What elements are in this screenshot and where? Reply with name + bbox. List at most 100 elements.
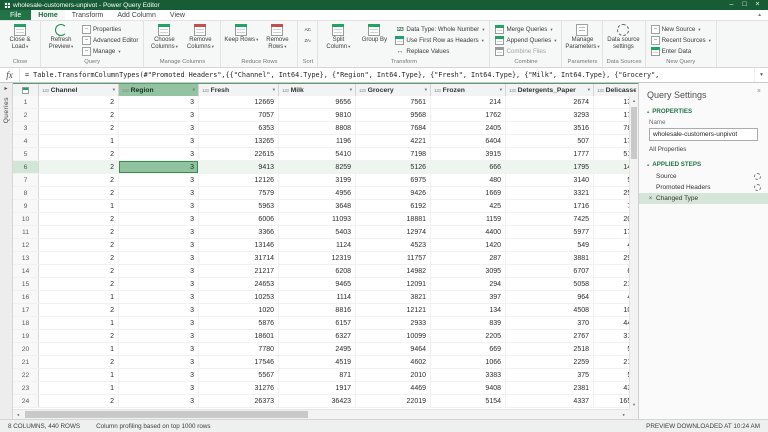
manage-button[interactable]: Manage▾	[80, 46, 140, 57]
cell-r10-milk[interactable]: 11093	[279, 213, 356, 225]
cell-r6-milk[interactable]: 8259	[279, 161, 356, 173]
keep-rows-button[interactable]: Keep Rows▾	[224, 23, 258, 44]
menu-tab-home[interactable]: Home	[31, 10, 64, 20]
formula-expand-icon[interactable]: ▾	[754, 68, 768, 82]
cell-r21-detergents-paper[interactable]: 2259	[506, 356, 594, 368]
cell-r7-milk[interactable]: 3199	[279, 174, 356, 186]
column-header-detergents-paper[interactable]: 123Detergents_Paper▾	[506, 84, 594, 96]
cell-r14-frozen[interactable]: 3095	[431, 265, 506, 277]
column-header-milk[interactable]: 123Milk▾	[279, 84, 356, 96]
cell-r5-channel[interactable]: 2	[39, 148, 119, 160]
cell-r1-fresh[interactable]: 12669	[199, 96, 279, 108]
close-icon[interactable]: ×	[751, 0, 764, 10]
cell-r18-milk[interactable]: 6157	[279, 317, 356, 329]
menu-tab-view[interactable]: View	[163, 10, 192, 20]
new-source-button[interactable]: New Source▾	[649, 24, 713, 35]
filter-icon[interactable]: ▾	[588, 87, 590, 93]
cell-r21-fresh[interactable]: 17546	[199, 356, 279, 368]
cell-r9-region[interactable]: 3	[119, 200, 199, 212]
cell-r9-fresh[interactable]: 5963	[199, 200, 279, 212]
cell-r18-region[interactable]: 3	[119, 317, 199, 329]
scroll-up-icon[interactable]	[630, 96, 638, 105]
row-number[interactable]: 10	[13, 213, 39, 225]
cell-r12-detergents-paper[interactable]: 549	[506, 239, 594, 251]
cell-r17-detergents-paper[interactable]: 4508	[506, 304, 594, 316]
cell-r24-fresh[interactable]: 26373	[199, 395, 279, 407]
cell-r18-fresh[interactable]: 5876	[199, 317, 279, 329]
cell-r5-grocery[interactable]: 7198	[356, 148, 431, 160]
column-header-channel[interactable]: 123Channel▾	[39, 84, 119, 96]
cell-r4-milk[interactable]: 1196	[279, 135, 356, 147]
cell-r16-region[interactable]: 3	[119, 291, 199, 303]
cell-r4-fresh[interactable]: 13265	[199, 135, 279, 147]
cell-r20-frozen[interactable]: 669	[431, 343, 506, 355]
cell-r17-fresh[interactable]: 1020	[199, 304, 279, 316]
refresh-preview-button[interactable]: Refresh Preview▾	[44, 23, 78, 50]
remove-step-icon[interactable]: ×	[647, 196, 654, 202]
all-properties-link[interactable]: All Properties	[639, 141, 768, 158]
cell-r23-milk[interactable]: 1917	[279, 382, 356, 394]
row-number[interactable]: 14	[13, 265, 39, 277]
cell-r13-milk[interactable]: 12319	[279, 252, 356, 264]
cell-r17-channel[interactable]: 2	[39, 304, 119, 316]
enter-data-button[interactable]: Enter Data	[649, 46, 713, 57]
queries-pane-label[interactable]: Queries	[3, 97, 10, 123]
cell-r9-frozen[interactable]: 425	[431, 200, 506, 212]
cell-r14-milk[interactable]: 6208	[279, 265, 356, 277]
cell-r22-frozen[interactable]: 3383	[431, 369, 506, 381]
filter-icon[interactable]: ▾	[500, 87, 502, 93]
cell-r10-region[interactable]: 3	[119, 213, 199, 225]
cell-r8-fresh[interactable]: 7579	[199, 187, 279, 199]
row-number[interactable]: 24	[13, 395, 39, 407]
filter-icon[interactable]: ▾	[193, 87, 195, 93]
cell-r22-grocery[interactable]: 2010	[356, 369, 431, 381]
cell-r10-detergents-paper[interactable]: 7425	[506, 213, 594, 225]
cell-r12-frozen[interactable]: 1420	[431, 239, 506, 251]
recent-sources-button[interactable]: Recent Sources▾	[649, 35, 713, 46]
cell-r23-fresh[interactable]: 31276	[199, 382, 279, 394]
step-settings-gear-icon[interactable]	[754, 173, 761, 180]
filter-icon[interactable]: ▾	[350, 87, 352, 93]
cell-r8-milk[interactable]: 4956	[279, 187, 356, 199]
sort-descending-button[interactable]	[301, 35, 314, 46]
cell-r24-channel[interactable]: 2	[39, 395, 119, 407]
cell-r12-milk[interactable]: 1124	[279, 239, 356, 251]
cell-r10-grocery[interactable]: 18881	[356, 213, 431, 225]
cell-r1-grocery[interactable]: 7561	[356, 96, 431, 108]
cell-r2-channel[interactable]: 2	[39, 109, 119, 121]
horizontal-scroll-thumb[interactable]	[25, 411, 308, 418]
cell-r11-fresh[interactable]: 3366	[199, 226, 279, 238]
cell-r17-milk[interactable]: 8816	[279, 304, 356, 316]
cell-r24-region[interactable]: 3	[119, 395, 199, 407]
data-type-button[interactable]: Data Type: Whole Number▾	[393, 24, 486, 35]
cell-r1-channel[interactable]: 2	[39, 96, 119, 108]
cell-r15-milk[interactable]: 9465	[279, 278, 356, 290]
sort-ascending-button[interactable]	[301, 24, 314, 35]
cell-r15-channel[interactable]: 2	[39, 278, 119, 290]
menu-tab-transform[interactable]: Transform	[65, 10, 111, 20]
cell-r12-region[interactable]: 3	[119, 239, 199, 251]
cell-r15-fresh[interactable]: 24653	[199, 278, 279, 290]
cell-r21-channel[interactable]: 2	[39, 356, 119, 368]
status-profiling[interactable]: Column profiling based on top 1000 rows	[96, 423, 210, 430]
cell-r16-fresh[interactable]: 10253	[199, 291, 279, 303]
row-number[interactable]: 2	[13, 109, 39, 121]
cell-r14-fresh[interactable]: 21217	[199, 265, 279, 277]
cell-r16-channel[interactable]: 1	[39, 291, 119, 303]
row-number[interactable]: 20	[13, 343, 39, 355]
cell-r9-detergents-paper[interactable]: 1716	[506, 200, 594, 212]
cell-r1-frozen[interactable]: 214	[431, 96, 506, 108]
row-number[interactable]: 13	[13, 252, 39, 264]
cell-r21-region[interactable]: 3	[119, 356, 199, 368]
cell-r24-detergents-paper[interactable]: 4337	[506, 395, 594, 407]
cell-r2-grocery[interactable]: 9568	[356, 109, 431, 121]
cell-r6-frozen[interactable]: 666	[431, 161, 506, 173]
applied-step-source[interactable]: Source	[639, 171, 768, 182]
cell-r16-milk[interactable]: 1114	[279, 291, 356, 303]
cell-r10-channel[interactable]: 2	[39, 213, 119, 225]
cell-r13-fresh[interactable]: 31714	[199, 252, 279, 264]
cell-r19-fresh[interactable]: 18601	[199, 330, 279, 342]
cell-r13-channel[interactable]: 2	[39, 252, 119, 264]
cell-r7-channel[interactable]: 2	[39, 174, 119, 186]
applied-steps-section-header[interactable]: ▴ APPLIED STEPS	[639, 158, 768, 170]
